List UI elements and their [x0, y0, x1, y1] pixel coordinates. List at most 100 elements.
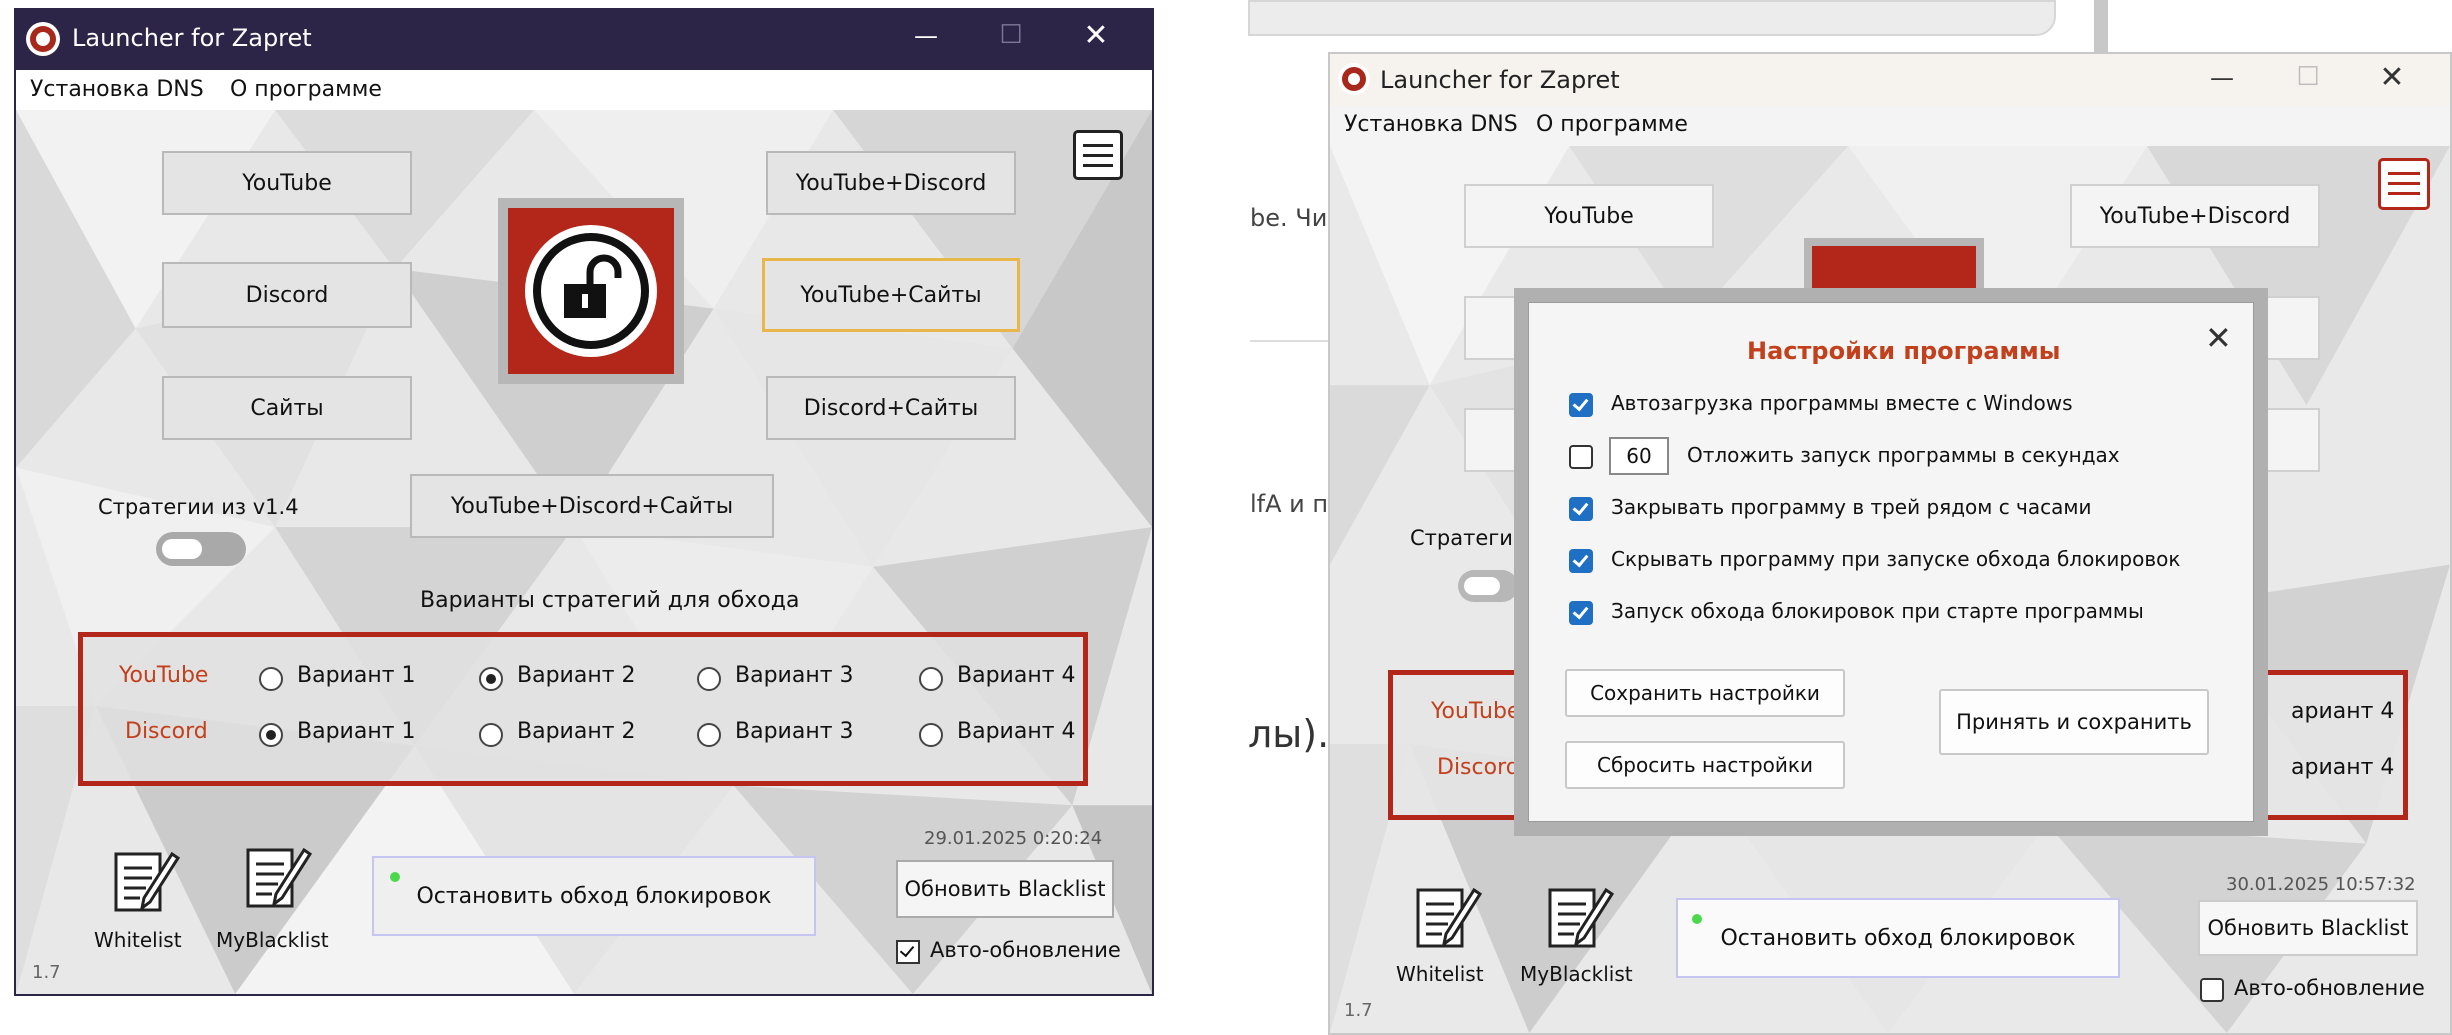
discord-variant-4-label-right: ариант 4 [2291, 755, 2395, 780]
youtube-discord-button-right[interactable]: YouTube+Discord [2070, 184, 2320, 248]
delay-seconds-value: 60 [1626, 444, 1652, 468]
discord-variant-4-radio[interactable] [919, 723, 943, 747]
close-button[interactable]: ✕ [1066, 18, 1126, 53]
stop-bypass-button[interactable]: Остановить обход блокировок [372, 856, 816, 936]
background-text-3: лы). [1248, 712, 1330, 756]
myblacklist-icon[interactable] [242, 842, 314, 914]
hide-on-bypass-checkbox[interactable] [1569, 549, 1593, 573]
auto-update-label: Авто-обновление [930, 938, 1121, 962]
auto-update-checkbox[interactable] [896, 940, 920, 964]
whitelist-label-right[interactable]: Whitelist [1396, 962, 1484, 986]
youtube-discord-button[interactable]: YouTube+Discord [766, 151, 1016, 215]
update-blacklist-button-right[interactable]: Обновить Blacklist [2198, 900, 2418, 956]
background-text-1: be. Чи [1250, 204, 1328, 232]
whitelist-icon[interactable] [110, 846, 182, 918]
title-bar-right[interactable]: Launcher for Zapret — ☐ ✕ [1330, 54, 2450, 106]
whitelist-icon-right[interactable] [1412, 882, 1484, 954]
youtube-variant-4-radio[interactable] [919, 667, 943, 691]
variant-row-youtube-label: YouTube [119, 663, 209, 688]
menu-dns[interactable]: Установка DNS [30, 77, 204, 102]
app-logo-icon [26, 22, 60, 56]
discord-variant-1-radio[interactable] [259, 723, 283, 747]
youtube-sites-button[interactable]: YouTube+Сайты [762, 258, 1020, 332]
youtube-variant-2-radio[interactable] [479, 667, 503, 691]
discord-button[interactable]: Discord [162, 262, 412, 328]
main-panel: YouTube YouTube+Discord Discord YouTube+… [16, 110, 1152, 994]
save-settings-button[interactable]: Сохранить настройки [1565, 669, 1845, 717]
background-text-2: lfA и п [1250, 490, 1329, 518]
stop-bypass-label: Остановить обход блокировок [416, 883, 772, 909]
minimize-button-right[interactable]: — [2192, 64, 2252, 92]
close-button-right[interactable]: ✕ [2362, 60, 2422, 95]
left-window: Launcher for Zapret — ☐ ✕ Установка DNS … [14, 8, 1154, 996]
menu-dns-right[interactable]: Установка DNS [1344, 112, 1518, 137]
settings-dialog-body: Настройки программы ✕ Автозагрузка прогр… [1528, 302, 2254, 822]
variant-row-discord-label-right: Discord [1437, 755, 1520, 780]
discord-sites-button[interactable]: Discord+Сайты [766, 376, 1016, 440]
youtube-variant-3-label: Вариант 3 [735, 663, 854, 688]
minimize-button[interactable]: — [896, 22, 956, 50]
bypass-on-start-label: Запуск обхода блокировок при старте прог… [1611, 599, 2144, 623]
strategies-toggle-right[interactable] [1458, 570, 1518, 602]
auto-update-label-right: Авто-обновление [2234, 976, 2425, 1000]
status-indicator [390, 872, 400, 882]
background-tab [1248, 0, 2056, 36]
autostart-label: Автозагрузка программы вместе с Windows [1611, 391, 2073, 415]
background-scrollbar [2094, 0, 2108, 60]
youtube-button-right[interactable]: YouTube [1464, 184, 1714, 248]
strategies-label: Стратегии из v1.4 [98, 495, 299, 519]
settings-sliders-icon-right[interactable] [2378, 158, 2430, 210]
youtube-discord-sites-button[interactable]: YouTube+Discord+Сайты [410, 474, 774, 538]
minimize-to-tray-checkbox[interactable] [1569, 497, 1593, 521]
maximize-button-right[interactable]: ☐ [2278, 62, 2338, 92]
youtube-button[interactable]: YouTube [162, 151, 412, 215]
youtube-variant-1-radio[interactable] [259, 667, 283, 691]
youtube-sites-button-right[interactable] [2260, 296, 2320, 360]
strategies-toggle[interactable] [156, 532, 246, 566]
delay-start-checkbox[interactable] [1569, 445, 1593, 469]
apply-and-save-button[interactable]: Принять и сохранить [1939, 689, 2209, 755]
discord-variant-2-radio[interactable] [479, 723, 503, 747]
window-title: Launcher for Zapret [72, 24, 312, 52]
menu-bar: Установка DNS О программе [16, 70, 1152, 110]
stop-bypass-button-right[interactable]: Остановить обход блокировок [1676, 898, 2120, 978]
reset-settings-button[interactable]: Сбросить настройки [1565, 741, 1845, 789]
background-line [1250, 340, 1330, 342]
hide-on-bypass-label: Скрывать программу при запуске обхода бл… [1611, 547, 2181, 571]
update-blacklist-button[interactable]: Обновить Blacklist [896, 860, 1114, 918]
maximize-button[interactable]: ☐ [981, 20, 1041, 50]
auto-update-checkbox-right[interactable] [2200, 978, 2224, 1002]
stop-bypass-label-right: Остановить обход блокировок [1720, 925, 2076, 951]
unlock-icon [525, 225, 657, 357]
sites-button[interactable]: Сайты [162, 376, 412, 440]
myblacklist-icon-right[interactable] [1544, 882, 1616, 954]
youtube-variant-1-label: Вариант 1 [297, 663, 416, 688]
menu-about-right[interactable]: О программе [1536, 112, 1688, 137]
variants-title: Варианты стратегий для обхода [420, 588, 800, 613]
variant-row-discord-label: Discord [125, 719, 208, 744]
myblacklist-label[interactable]: MyBlacklist [216, 928, 329, 952]
version-label: 1.7 [32, 962, 61, 983]
whitelist-label[interactable]: Whitelist [94, 928, 182, 952]
settings-sliders-icon[interactable] [1073, 130, 1123, 180]
delay-seconds-input[interactable]: 60 [1609, 437, 1669, 475]
youtube-variant-2-label: Вариант 2 [517, 663, 636, 688]
myblacklist-label-right[interactable]: MyBlacklist [1520, 962, 1633, 986]
autostart-checkbox[interactable] [1569, 393, 1593, 417]
menu-about[interactable]: О программе [230, 77, 382, 102]
youtube-variant-4-label: Вариант 4 [957, 663, 1076, 688]
discord-variant-1-label: Вариант 1 [297, 719, 416, 744]
last-update-timestamp-right: 30.01.2025 10:57:32 [2226, 874, 2416, 895]
toggle-bypass-lock-button[interactable] [498, 198, 684, 384]
youtube-variant-3-radio[interactable] [697, 667, 721, 691]
discord-variant-3-radio[interactable] [697, 723, 721, 747]
bypass-on-start-checkbox[interactable] [1569, 601, 1593, 625]
discord-variant-4-label: Вариант 4 [957, 719, 1076, 744]
last-update-timestamp: 29.01.2025 0:20:24 [924, 828, 1103, 849]
discord-sites-button-right[interactable] [2260, 408, 2320, 472]
title-bar[interactable]: Launcher for Zapret — ☐ ✕ [16, 10, 1152, 70]
settings-dialog-close-icon[interactable]: ✕ [2205, 319, 2232, 357]
status-indicator-right [1692, 914, 1702, 924]
discord-variant-3-label: Вариант 3 [735, 719, 854, 744]
minimize-to-tray-label: Закрывать программу в трей рядом с часам… [1611, 495, 2092, 519]
